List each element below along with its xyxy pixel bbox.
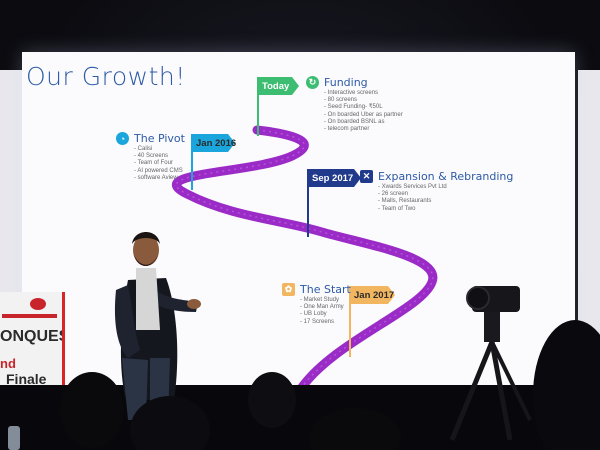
water-bottle [8,426,20,450]
audience-silhouettes [8,320,600,450]
